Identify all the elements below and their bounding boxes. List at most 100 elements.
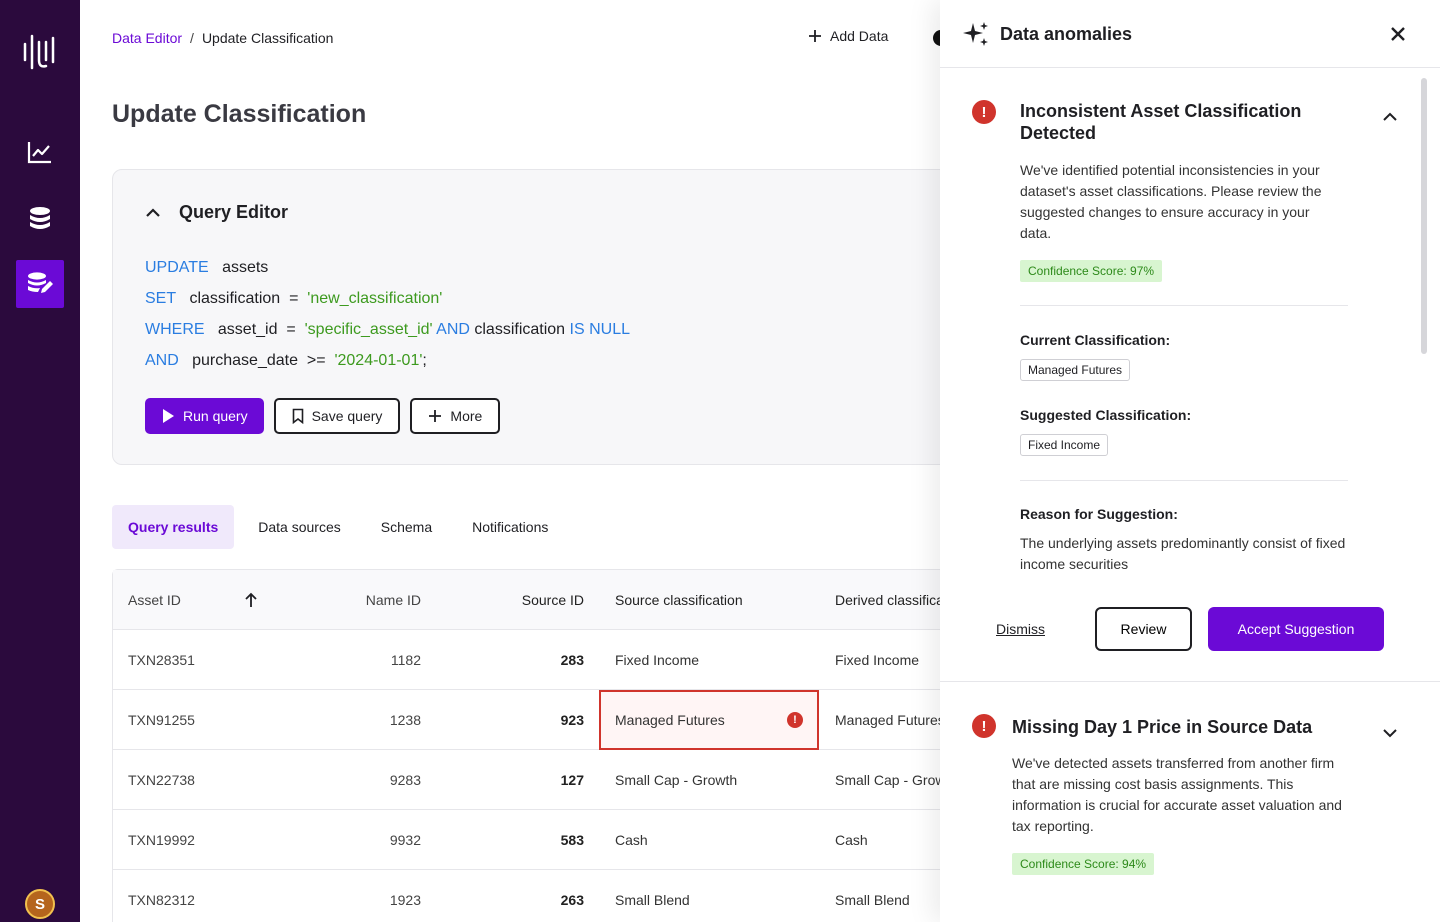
- sidebar-item-data-editor[interactable]: [16, 260, 64, 308]
- reason-text: The underlying assets predominantly cons…: [1020, 535, 1346, 572]
- sql-field: purchase_date: [192, 352, 298, 369]
- accept-suggestion-button[interactable]: Accept Suggestion: [1208, 607, 1384, 651]
- column-header-source-id[interactable]: Source ID: [443, 570, 584, 630]
- code-line-4: AND purchase_date >= '2024-01-01';: [145, 345, 630, 376]
- sidebar-item-analytics[interactable]: [16, 128, 64, 176]
- sql-operator: >=: [306, 352, 326, 369]
- run-query-label: Run query: [183, 408, 248, 424]
- cell-name-id: 1923: [389, 892, 421, 908]
- query-editor: Query Editor UPDATE assets SET classific…: [112, 169, 940, 465]
- breadcrumb-current: Update Classification: [201, 30, 334, 46]
- anomaly-title: Inconsistent Asset Classification Detect…: [1020, 101, 1302, 143]
- tab-query-results[interactable]: Query results: [112, 505, 235, 549]
- confidence-badge: Confidence Score: 94%: [1012, 853, 1155, 875]
- cell-asset-id: TXN22738: [128, 772, 195, 788]
- table-header-row: Asset ID Name ID Source ID Source classi…: [113, 570, 940, 630]
- table-row[interactable]: ! TXN91255 1238 923 Managed Futures Mana…: [113, 690, 940, 750]
- chevron-down-icon[interactable]: [1382, 728, 1398, 738]
- bookmark-icon: [292, 408, 303, 424]
- cell-asset-id: TXN28351: [128, 652, 195, 668]
- anomaly-card-missing-price: ! Missing Day 1 Price in Source Data We'…: [940, 682, 1440, 922]
- database-icon: [30, 207, 50, 229]
- sql-string: 'new_classification': [307, 290, 443, 307]
- results-table: Asset ID Name ID Source ID Source classi…: [112, 569, 940, 922]
- cell-source-id: 263: [560, 892, 584, 908]
- arrow-up-icon[interactable]: [244, 592, 258, 608]
- code-line-1: UPDATE assets: [145, 252, 630, 283]
- avatar[interactable]: S: [25, 889, 55, 919]
- cell-source-id: 283: [560, 652, 584, 668]
- column-header-derived-classification[interactable]: Derived classification: [835, 570, 940, 630]
- current-classification-chip: Managed Futures: [1020, 359, 1131, 381]
- sql-code[interactable]: UPDATE assets SET classification = 'new_…: [145, 252, 630, 376]
- save-query-button[interactable]: Save query: [273, 398, 401, 434]
- table-row[interactable]: TXN82312 1923 263 Small Blend Small Blen…: [113, 870, 940, 922]
- sql-field: asset_id: [217, 321, 278, 338]
- sql-keyword: AND: [145, 352, 179, 369]
- cell-source-id: 127: [560, 772, 584, 788]
- run-query-button[interactable]: Run query: [145, 398, 264, 434]
- more-label: More: [450, 408, 483, 424]
- cell-derived-classification: Fixed Income: [835, 652, 920, 668]
- query-editor-title: Query Editor: [179, 202, 289, 222]
- add-data-label: Add Data: [830, 28, 889, 44]
- sql-keyword: SET: [145, 290, 177, 307]
- data-anomalies-panel: Data anomalies ! Inconsistent Asset Clas…: [940, 0, 1440, 922]
- breadcrumb-separator: /: [190, 30, 194, 46]
- suggested-classification-chip: Fixed Income: [1020, 434, 1109, 456]
- cell-name-id: 9932: [389, 832, 421, 848]
- query-editor-header[interactable]: Query Editor: [145, 202, 288, 223]
- cell-source-classification: Small Cap - Growth: [615, 772, 738, 788]
- cell-source-classification: Small Blend: [615, 892, 690, 908]
- table-row[interactable]: TXN22738 9283 127 Small Cap - Growth Sma…: [113, 750, 940, 810]
- anomaly-description: We've detected assets transferred from a…: [1012, 755, 1342, 834]
- sql-terminator: ;: [422, 352, 427, 369]
- panel-header: Data anomalies: [940, 0, 1440, 68]
- review-button[interactable]: Review: [1095, 607, 1192, 651]
- play-icon: [163, 409, 174, 423]
- logo-icon[interactable]: [22, 30, 58, 72]
- table-row[interactable]: TXN28351 1182 283 Fixed Income Fixed Inc…: [113, 630, 940, 690]
- sql-table: assets: [222, 259, 269, 276]
- cell-source-id: 923: [560, 712, 584, 728]
- sql-operator: =: [289, 290, 299, 307]
- panel-title: Data anomalies: [1000, 24, 1133, 44]
- tab-notifications[interactable]: Notifications: [456, 505, 564, 549]
- sql-keyword: UPDATE: [145, 259, 209, 276]
- column-header-name-id[interactable]: Name ID: [283, 570, 421, 630]
- cell-name-id: 1238: [389, 712, 421, 728]
- tab-schema[interactable]: Schema: [365, 505, 448, 549]
- sql-keyword: IS NULL: [569, 321, 630, 338]
- dismiss-link[interactable]: Dismiss: [996, 621, 1045, 637]
- close-icon[interactable]: [1388, 24, 1408, 44]
- cell-source-classification: Managed Futures: [615, 712, 725, 728]
- more-button[interactable]: More: [410, 398, 501, 434]
- divider: [1020, 480, 1348, 481]
- sidebar-item-database[interactable]: [16, 195, 64, 243]
- alert-icon: !: [972, 100, 996, 124]
- cell-derived-classification: Small Cap - Growth: [835, 772, 940, 788]
- chevron-up-icon[interactable]: [1382, 112, 1398, 122]
- main-content: Data Editor / Update Classification Add …: [80, 0, 940, 922]
- breadcrumb-parent-link[interactable]: Data Editor: [112, 30, 182, 46]
- anomaly-card-classification: ! Inconsistent Asset Classification Dete…: [940, 68, 1440, 682]
- sql-string: 'specific_asset_id': [304, 321, 433, 338]
- table-row[interactable]: TXN19992 9932 583 Cash Cash: [113, 810, 940, 870]
- results-tabs: Query results Data sources Schema Notifi…: [112, 505, 572, 549]
- add-data-button[interactable]: Add Data: [808, 28, 888, 44]
- cell-derived-classification: Small Blend: [835, 892, 910, 908]
- alert-icon: !: [972, 714, 996, 738]
- cell-name-id: 1182: [390, 652, 421, 668]
- theme-toggle-icon[interactable]: [933, 30, 940, 46]
- chart-line-icon: [27, 142, 51, 164]
- plus-icon: [429, 410, 442, 422]
- cell-asset-id: TXN82312: [128, 892, 195, 908]
- sidebar: S: [0, 0, 80, 922]
- tab-data-sources[interactable]: Data sources: [242, 505, 356, 549]
- sql-operator: =: [286, 321, 296, 338]
- sql-keyword: WHERE: [145, 321, 205, 338]
- cell-derived-classification: Cash: [835, 832, 868, 848]
- cell-asset-id: TXN19992: [128, 832, 195, 848]
- sql-field: classification: [189, 290, 281, 307]
- column-header-source-classification[interactable]: Source classification: [615, 570, 815, 630]
